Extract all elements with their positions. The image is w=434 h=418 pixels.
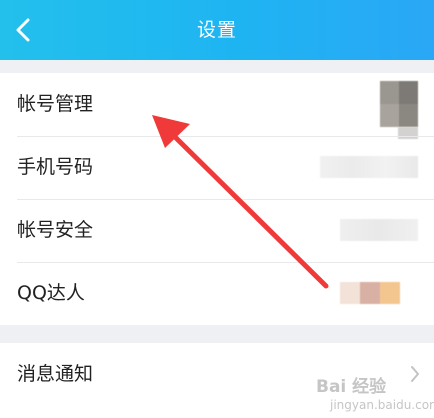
account-management-label: 帐号管理 [17,93,94,115]
page-title: 设置 [196,19,237,41]
top-bar: 设置 [0,0,434,60]
qq-expert-row[interactable]: QQ达人 [0,262,434,325]
phone-number-row[interactable]: 手机号码 [0,136,434,199]
account-settings-group: 帐号管理 手机号码 帐号安全 QQ达人 [0,73,434,325]
avatar [380,81,418,127]
account-security-label: 帐号安全 [17,219,94,241]
qq-expert-label: QQ达人 [17,282,85,304]
phone-number-label: 手机号码 [17,156,94,178]
account-security-row[interactable]: 帐号安全 [0,199,434,262]
account-security-value [340,219,418,241]
phone-number-value [320,156,418,178]
watermark: Bai 经验 jingyan.baidu.com [316,366,434,418]
message-notification-label: 消息通知 [17,363,94,385]
qq-expert-badge [340,282,400,304]
watermark-sub: jingyan.baidu.com [330,398,434,412]
watermark-main: Bai 经验 [316,377,387,397]
account-management-row[interactable]: 帐号管理 [0,73,434,139]
